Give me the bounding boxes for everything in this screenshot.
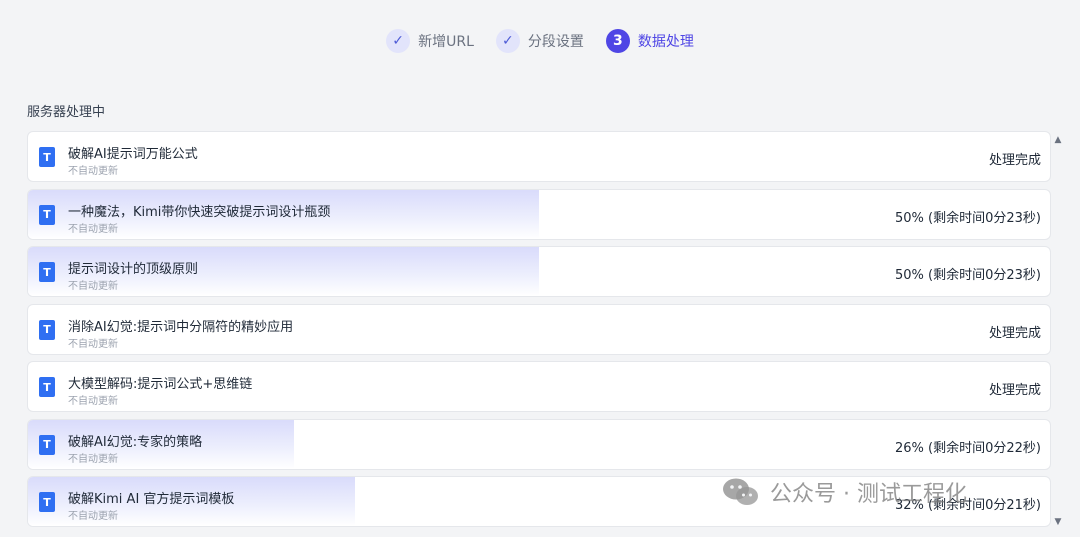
step-label: 数据处理: [637, 34, 694, 50]
item-title: 破解Kimi AI 官方提示词模板: [68, 492, 235, 507]
status-text: 26% (剩余时间0分22秒): [895, 440, 1041, 456]
check-icon: ✓: [386, 29, 411, 53]
step-data-processing[interactable]: 3 数据处理: [605, 29, 694, 53]
status-text: 处理完成: [988, 153, 1041, 168]
scroll-down-arrow-icon[interactable]: ▼: [1053, 517, 1063, 527]
stepper: ✓ 新增URL ✓ 分段设置 3 数据处理: [0, 26, 1080, 56]
item-title: 破解AI幻觉:专家的策略: [68, 434, 203, 450]
item-title: 破解AI提示词万能公式: [68, 147, 198, 162]
step-segment-settings[interactable]: ✓ 分段设置: [495, 29, 584, 53]
item-subtitle: 不自动更新: [68, 453, 118, 465]
list-item[interactable]: T 提示词设计的顶级原则不自动更新 50% (剩余时间0分23秒): [27, 246, 1051, 297]
list-item[interactable]: T 大模型解码:提示词公式+思维链不自动更新 处理完成: [27, 361, 1051, 412]
scroll-up-arrow-icon[interactable]: ▲: [1053, 135, 1063, 145]
text-document-icon: T: [39, 204, 55, 225]
text-document-icon: T: [39, 262, 55, 282]
list-item[interactable]: T 消除AI幻觉:提示词中分隔符的精妙应用不自动更新 处理完成: [27, 303, 1051, 355]
status-text: 50% (剩余时间0分23秒): [895, 268, 1041, 283]
list-item[interactable]: T 破解AI提示词万能公式不自动更新 处理完成: [27, 131, 1051, 182]
step-number-badge: 3: [605, 29, 630, 53]
step-label: 分段设置: [527, 34, 584, 50]
item-title: 提示词设计的顶级原则: [68, 262, 199, 277]
step-new-url[interactable]: ✓ 新增URL: [386, 29, 474, 53]
watermark-text: 公众号 · 测试工程化: [770, 482, 967, 507]
step-label: 新增URL: [418, 34, 474, 50]
item-title: 大模型解码:提示词公式+思维链: [68, 377, 253, 392]
list-item[interactable]: T 一种魔法，Kimi带你快速突破提示词设计瓶颈不自动更新 50% (剩余时间0分2…: [27, 188, 1051, 240]
section-title: 服务器处理中: [27, 105, 106, 120]
status-text: 处理完成: [988, 383, 1041, 398]
item-title: 消除AI幻觉:提示词中分隔符的精妙应用: [68, 319, 294, 335]
item-title: 一种魔法，Kimi带你快速突破提示词设计瓶颈: [68, 204, 331, 220]
text-document-icon: T: [39, 492, 55, 512]
item-subtitle: 不自动更新: [68, 338, 118, 350]
check-icon: ✓: [495, 29, 520, 53]
text-document-icon: T: [39, 147, 55, 167]
status-text: 处理完成: [988, 325, 1041, 341]
item-subtitle: 不自动更新: [68, 281, 118, 292]
text-document-icon: T: [39, 319, 55, 340]
item-subtitle: 不自动更新: [68, 511, 118, 522]
item-subtitle: 不自动更新: [68, 166, 118, 177]
processing-list: T 破解AI提示词万能公式 不自动更新 处理完成 T 一种魔法，Kimi带你快速突破提示词…: [27, 131, 1051, 534]
status-text: 50% (剩余时间0分23秒): [895, 210, 1041, 226]
item-subtitle: 不自动更新: [68, 223, 118, 235]
item-subtitle: 不自动更新: [68, 396, 118, 407]
watermark: 公众号 · 测试工程化: [722, 476, 967, 508]
wechat-icon: [723, 478, 758, 505]
text-document-icon: T: [39, 377, 55, 397]
list-item[interactable]: T 破解AI幻觉:专家的策略不自动更新 26% (剩余时间0分22秒): [27, 418, 1051, 470]
scrollbar[interactable]: ▲ ▼: [1053, 131, 1063, 531]
text-document-icon: T: [39, 434, 55, 455]
